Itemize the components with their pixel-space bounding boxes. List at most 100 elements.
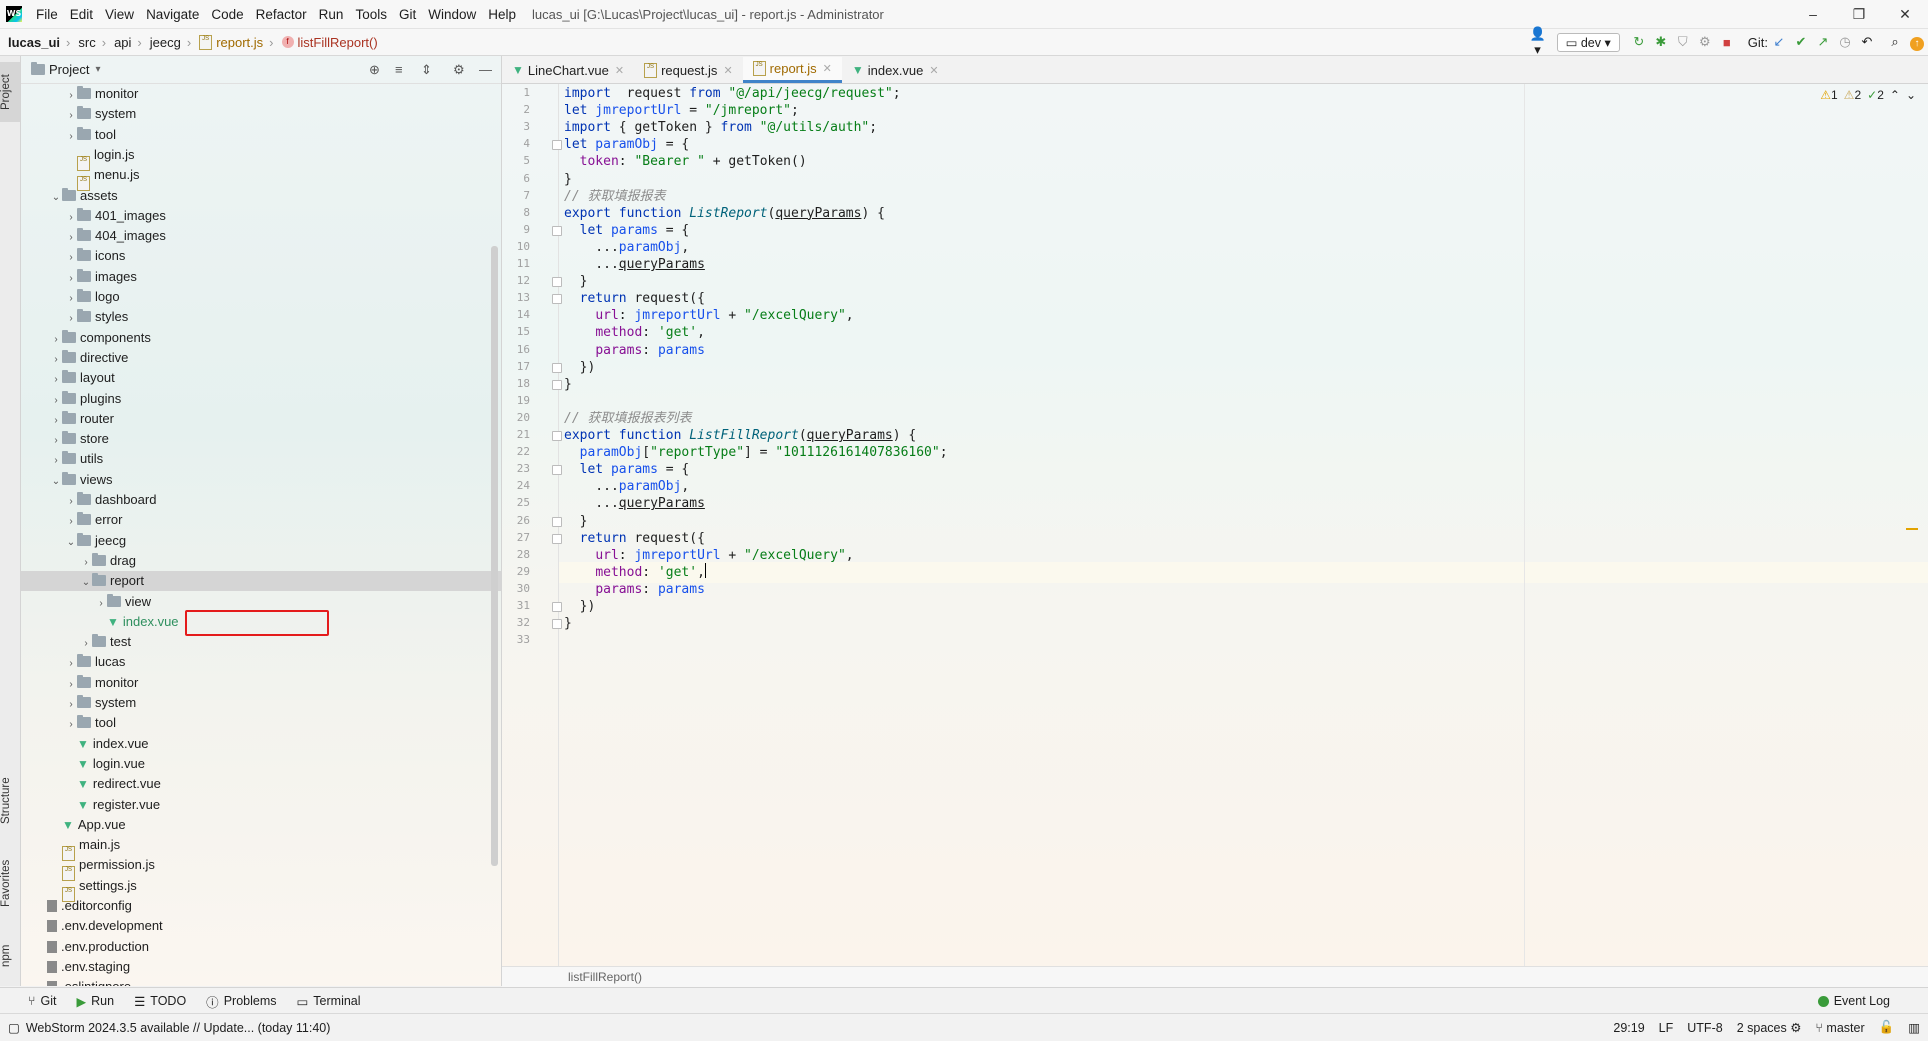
chevron-down-icon[interactable]: ⌄ xyxy=(1906,88,1916,102)
fold-marker-icon[interactable] xyxy=(552,294,562,305)
run-tool-button[interactable]: ▶ Run xyxy=(77,994,115,1009)
tree-item-monitor[interactable]: › monitor xyxy=(21,673,501,693)
favorites-tool-tab[interactable]: Favorites xyxy=(0,848,20,918)
chevron-right-icon[interactable]: › xyxy=(65,127,77,147)
editor-tab-linechart-vue[interactable]: ▼ LineChart.vue ✕ xyxy=(502,57,634,83)
chevron-right-icon[interactable]: › xyxy=(95,594,107,614)
tree-item-jeecg[interactable]: ⌄ jeecg xyxy=(21,531,501,551)
close-button[interactable]: ✕ xyxy=(1882,0,1928,28)
chevron-down-icon[interactable]: ⌄ xyxy=(50,188,62,208)
fold-marker-icon[interactable] xyxy=(552,516,562,527)
project-view-selector[interactable]: Project xyxy=(49,62,89,77)
npm-tool-tab[interactable]: npm xyxy=(0,936,20,976)
tree-item-utils[interactable]: › utils xyxy=(21,449,501,469)
locate-icon[interactable]: ⊕ xyxy=(369,62,380,78)
tree-item-error[interactable]: › error xyxy=(21,510,501,530)
rollback-icon[interactable]: ↶ xyxy=(1856,34,1878,50)
tree-item-icons[interactable]: › icons xyxy=(21,246,501,266)
tree-item-styles[interactable]: › styles xyxy=(21,307,501,327)
fold-marker-icon[interactable] xyxy=(552,431,562,441)
caret-position[interactable]: 29:19 xyxy=(1613,1021,1644,1035)
fold-marker-icon[interactable] xyxy=(552,225,562,236)
chevron-right-icon[interactable]: › xyxy=(50,370,62,390)
tree-item-system[interactable]: › system xyxy=(21,693,501,713)
fold-marker-icon[interactable] xyxy=(552,602,562,612)
menu-git[interactable]: Git xyxy=(393,7,422,22)
tree-item-eslintignore[interactable]: .eslintignore xyxy=(21,977,501,986)
chevron-right-icon[interactable]: › xyxy=(65,106,77,126)
event-log-button[interactable]: Event Log xyxy=(1817,994,1890,1008)
fold-marker-icon[interactable] xyxy=(552,619,562,630)
tree-item-404-images[interactable]: › 404_images xyxy=(21,226,501,246)
minimize-button[interactable]: – xyxy=(1790,0,1836,28)
tree-item-directive[interactable]: › directive xyxy=(21,348,501,368)
tree-item-tool[interactable]: › tool xyxy=(21,713,501,733)
chevron-down-icon[interactable]: ⌄ xyxy=(80,573,92,593)
todo-tool-button[interactable]: ☰ TODO xyxy=(134,994,186,1009)
menu-code[interactable]: Code xyxy=(205,7,249,22)
breadcrumb-api[interactable]: api › xyxy=(106,35,142,50)
tree-item-app-vue[interactable]: ▼ App.vue xyxy=(21,815,501,835)
git-push-icon[interactable]: ↗ xyxy=(1812,34,1834,50)
problems-tool-button[interactable]: ⓘ Problems xyxy=(206,992,276,1011)
gear-icon[interactable]: ⚙ xyxy=(453,62,465,78)
line-separator[interactable]: LF xyxy=(1659,1021,1674,1035)
editor-tab-request-js[interactable]: JS request.js ✕ xyxy=(634,57,743,83)
tree-item-env-development[interactable]: .env.development xyxy=(21,916,501,936)
tree-item-images[interactable]: › images xyxy=(21,267,501,287)
chevron-right-icon[interactable]: › xyxy=(65,248,77,268)
breadcrumb-jeecg[interactable]: jeecg › xyxy=(142,35,191,50)
status-message[interactable]: WebStorm 2024.3.5 available // Update...… xyxy=(26,1021,331,1035)
breadcrumb-src[interactable]: src › xyxy=(70,35,106,50)
chevron-right-icon[interactable]: › xyxy=(65,86,77,106)
chevron-right-icon[interactable]: › xyxy=(80,634,92,654)
tree-item-login-vue[interactable]: ▼ login.vue xyxy=(21,754,501,774)
breadcrumb-file[interactable]: JS report.js › xyxy=(191,34,274,50)
menu-navigate[interactable]: Navigate xyxy=(140,7,205,22)
weak-warning-count[interactable]: ⚠2 xyxy=(1844,88,1861,102)
fold-marker-icon[interactable] xyxy=(552,140,562,151)
breadcrumb-project[interactable]: lucas_ui › xyxy=(0,35,70,50)
editor-tab-report-js[interactable]: JS report.js ✕ xyxy=(742,57,842,83)
tree-item-menu-js[interactable]: JS menu.js xyxy=(21,165,501,192)
search-icon[interactable]: ⌕ xyxy=(1884,34,1906,50)
close-tab-icon[interactable]: ✕ xyxy=(723,64,732,77)
fold-marker-icon[interactable] xyxy=(552,379,562,390)
warning-count[interactable]: ⚠1 xyxy=(1820,88,1837,102)
menu-file[interactable]: File xyxy=(30,7,64,22)
git-tool-button[interactable]: ⑂ Git xyxy=(28,994,57,1008)
menu-refactor[interactable]: Refactor xyxy=(250,7,313,22)
tree-item-monitor[interactable]: › monitor xyxy=(21,84,501,104)
tree-item-store[interactable]: › store xyxy=(21,429,501,449)
project-tool-tab[interactable]: Project xyxy=(0,62,20,122)
menu-tools[interactable]: Tools xyxy=(349,7,393,22)
status-toggle-icon[interactable]: ▢ xyxy=(8,1020,20,1035)
lock-icon[interactable]: 🔓 xyxy=(1879,1020,1895,1035)
chevron-right-icon[interactable]: › xyxy=(65,695,77,715)
menu-edit[interactable]: Edit xyxy=(64,7,99,22)
git-branch-widget[interactable]: ⑂ master xyxy=(1815,1021,1864,1035)
tree-item-redirect-vue[interactable]: ▼ redirect.vue xyxy=(21,774,501,794)
chevron-right-icon[interactable]: › xyxy=(65,208,77,228)
fold-marker-icon[interactable] xyxy=(552,533,562,544)
tree-item-editorconfig[interactable]: .editorconfig xyxy=(21,896,501,916)
chevron-right-icon[interactable]: › xyxy=(65,228,77,248)
tree-item-test[interactable]: › test xyxy=(21,632,501,652)
chevron-right-icon[interactable]: › xyxy=(80,553,92,573)
chevron-right-icon[interactable]: › xyxy=(65,289,77,309)
terminal-tool-button[interactable]: ▭ Terminal xyxy=(296,994,360,1009)
collapse-all-icon[interactable]: ⇕ xyxy=(421,62,432,78)
user-icon[interactable]: 👤▾ xyxy=(1527,26,1549,58)
stop-icon[interactable]: ■ xyxy=(1716,35,1738,50)
inspection-widget[interactable]: ⚠1 ⚠2 ✓2 ⌃ ⌄ xyxy=(1820,88,1916,102)
chevron-right-icon[interactable]: › xyxy=(50,411,62,431)
chevron-right-icon[interactable]: › xyxy=(65,654,77,674)
fold-marker-icon[interactable] xyxy=(552,277,562,288)
tree-item-drag[interactable]: › drag xyxy=(21,551,501,571)
git-commit-icon[interactable]: ✔ xyxy=(1790,34,1812,50)
tree-item-plugins[interactable]: › plugins xyxy=(21,389,501,409)
tree-item-env-production[interactable]: .env.production xyxy=(21,937,501,957)
updates-icon[interactable]: ↑ xyxy=(1906,34,1928,51)
hide-panel-icon[interactable]: — xyxy=(479,62,492,77)
git-update-icon[interactable]: ↙ xyxy=(1768,34,1790,50)
